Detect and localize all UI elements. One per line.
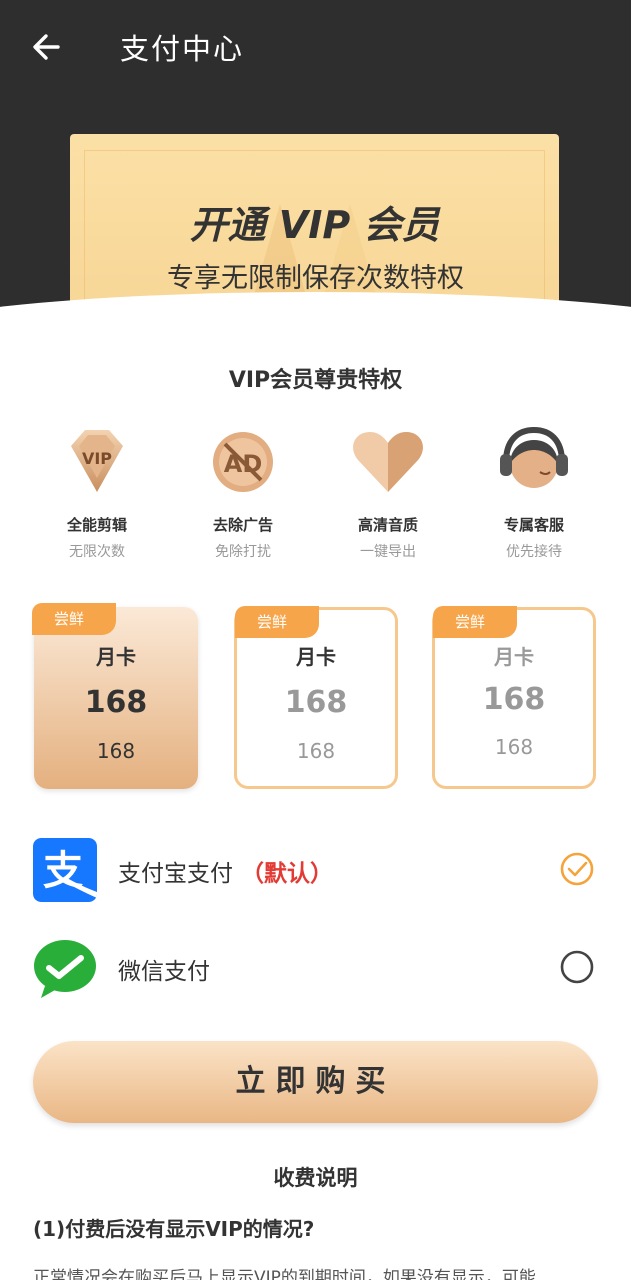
unchecked-circle-icon[interactable] <box>560 950 594 984</box>
back-button[interactable] <box>28 28 68 68</box>
plan-card-2[interactable]: 尝鲜 月卡 168 168 <box>234 606 398 789</box>
back-arrow-icon <box>33 34 60 60</box>
privilege-item-editing: VIP 全能剪辑 无限次数 <box>37 420 157 561</box>
vip-diamond-icon: VIP <box>71 430 123 492</box>
page-title: 支付中心 <box>120 32 245 66</box>
wechat-logo-icon <box>34 940 96 998</box>
plan-name: 月卡 <box>296 645 336 669</box>
plan-card-3[interactable]: 尝鲜 月卡 168 168 <box>432 606 596 789</box>
header-curve <box>0 292 631 345</box>
alipay-label-text: 支付宝支付 <box>118 861 233 887</box>
privileges-list: VIP 全能剪辑 无限次数 AD 去除广告 免除打扰 高清音质 一键导出 <box>0 420 631 570</box>
privilege-item-noad: AD 去除广告 免除打扰 <box>183 420 303 561</box>
privilege-desc: 免除打扰 <box>215 544 271 560</box>
plan-tag: 尝鲜 <box>32 603 116 635</box>
headset-icon <box>500 426 568 488</box>
privilege-name: 全能剪辑 <box>66 516 127 534</box>
alipay-default-text: （默认） <box>241 861 333 887</box>
plan-name: 月卡 <box>96 645 136 669</box>
plan-original-price: 168 <box>494 735 534 759</box>
privilege-desc: 一键导出 <box>360 544 416 560</box>
plan-price: 168 <box>84 685 148 720</box>
payment-option-wechat[interactable]: 微信支付 <box>0 930 631 1010</box>
plan-tag: 尝鲜 <box>235 606 319 638</box>
plan-original-price: 168 <box>96 739 136 763</box>
top-bar: 支付中心 <box>0 0 631 96</box>
fee-info-title: 收费说明 <box>273 1166 358 1190</box>
heart-icon <box>353 432 423 492</box>
check-circle-icon[interactable] <box>560 852 594 886</box>
faq-answer: 正常情况会在购买后马上显示VIP的到期时间，如果没有显示，可能 <box>33 1268 536 1280</box>
plan-original-price: 168 <box>296 739 336 763</box>
faq-question: (1)付费后没有显示VIP的情况? <box>33 1217 315 1241</box>
no-ad-icon: AD <box>213 432 273 492</box>
plan-card-1[interactable]: 尝鲜 月卡 168 168 <box>32 603 198 789</box>
privilege-name: 去除广告 <box>212 516 273 534</box>
plan-price: 168 <box>482 682 546 717</box>
privileges-title: VIP会员尊贵特权 <box>228 368 403 393</box>
privilege-name: 高清音质 <box>357 516 418 534</box>
privilege-item-service: 专属客服 优先接待 <box>474 420 594 561</box>
svg-text:VIP: VIP <box>82 449 112 468</box>
plan-price: 168 <box>284 685 348 720</box>
plan-tag: 尝鲜 <box>433 606 517 638</box>
payment-option-alipay[interactable]: 支 支付宝支付 （默认） <box>0 832 631 912</box>
alipay-label: 支付宝支付 （默认） <box>118 854 333 888</box>
buy-now-button[interactable]: 立即购买 <box>33 1041 598 1123</box>
vip-banner-subtitle: 专享无限制保存次数特权 <box>167 263 464 294</box>
privilege-desc: 无限次数 <box>69 544 125 560</box>
plan-name: 月卡 <box>494 645 534 669</box>
privilege-item-audio: 高清音质 一键导出 <box>328 420 448 561</box>
vip-banner-title: 开通 VIP 会员 <box>189 203 440 247</box>
wechat-label: 微信支付 <box>118 959 210 985</box>
privilege-desc: 优先接待 <box>506 544 562 560</box>
alipay-logo-icon: 支 <box>33 838 97 902</box>
privilege-name: 专属客服 <box>503 516 564 534</box>
